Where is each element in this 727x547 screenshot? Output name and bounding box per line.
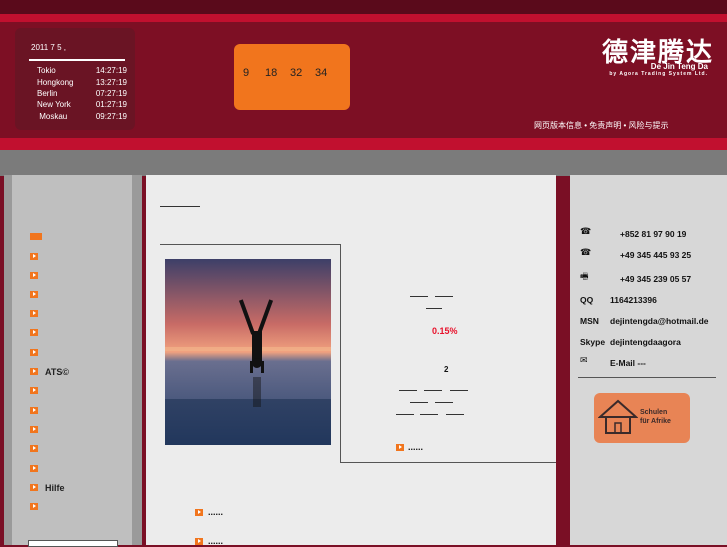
left-sidebar — [4, 175, 142, 545]
clock-city: Moskau — [37, 112, 68, 121]
qq-value: 1164213396 — [610, 295, 657, 305]
search-input[interactable] — [28, 540, 118, 547]
more-link[interactable]: ...... — [408, 442, 423, 452]
contact-phone-2: +49 345 445 93 25 — [620, 250, 692, 260]
placeholder-line — [426, 308, 442, 309]
clock-time: 01:27:19 — [95, 100, 127, 109]
clock-time: 07:27:19 — [95, 89, 127, 98]
clock-row: Berlin 07:27:19 — [37, 89, 127, 100]
clock-row: Moskau 09:27:19 — [37, 112, 127, 123]
email-icon: ✉ — [580, 355, 588, 365]
arrow-icon[interactable] — [30, 445, 38, 452]
arrow-icon[interactable] — [30, 503, 38, 510]
clock-row: Tokio 14:27:19 — [37, 66, 127, 77]
top-stripe — [0, 0, 727, 14]
msn-value[interactable]: dejintengda@hotmail.de — [610, 316, 709, 326]
logo-subtitle: by Agora Trading System Ltd. — [609, 71, 708, 77]
email-link[interactable]: E-Mail --- — [610, 358, 646, 368]
fax-icon: 🖷 — [580, 271, 589, 281]
lottery-number: 34 — [315, 67, 328, 79]
badge-line-1: Schulen — [640, 409, 668, 416]
arrow-icon[interactable] — [30, 291, 38, 298]
placeholder-line — [424, 390, 442, 391]
arrow-icon[interactable] — [195, 538, 203, 545]
more-link[interactable]: ...... — [208, 507, 223, 517]
header-links[interactable]: 网页版本信息 • 免责声明 • 风险与提示 — [534, 120, 714, 131]
clock-time: 13:27:19 — [95, 78, 127, 87]
placeholder-line — [410, 402, 428, 403]
contact-divider — [578, 377, 716, 378]
skype-label: Skype — [580, 337, 606, 347]
count-value: 2 — [444, 365, 449, 374]
qq-label: QQ — [580, 295, 594, 305]
clock-divider — [29, 59, 125, 61]
arrow-icon[interactable] — [30, 368, 38, 375]
site-logo[interactable]: 德津腾达 De Jin Teng Da by Agora Trading Sys… — [520, 30, 716, 80]
phone-icon: ☎ — [580, 226, 592, 236]
arrow-icon[interactable] — [30, 253, 38, 260]
arrow-icon[interactable] — [30, 349, 38, 356]
clock-date: 2011 7 5 , — [31, 43, 66, 52]
content-border-bottom — [340, 462, 556, 463]
nav-item-hilfe[interactable]: Hilfe — [45, 483, 65, 493]
arrow-icon[interactable] — [30, 329, 38, 336]
arrow-icon[interactable] — [30, 426, 38, 433]
clock-row: Hongkong 13:27:19 — [37, 78, 127, 89]
clock-city: New York — [37, 100, 71, 109]
placeholder-line — [399, 390, 417, 391]
content-border-top — [160, 244, 340, 245]
placeholder-line — [410, 296, 428, 297]
contact-phone-1: +852 81 97 90 19 — [620, 229, 687, 239]
skype-value[interactable]: dejintengdaagora — [610, 337, 681, 347]
content-border-right — [340, 244, 341, 462]
house-icon — [598, 399, 638, 434]
title-underline — [160, 206, 200, 207]
nav-item-ats[interactable]: ATS© — [45, 367, 69, 377]
placeholder-line — [435, 296, 453, 297]
placeholder-line — [450, 390, 468, 391]
placeholder-line — [435, 402, 453, 403]
world-clock-panel: 2011 7 5 , Tokio 14:27:19 Hongkong 13:27… — [15, 28, 135, 130]
header-grey-band — [0, 150, 727, 176]
arrow-icon[interactable] — [30, 387, 38, 394]
phone-icon: ☎ — [580, 247, 592, 257]
lottery-number: 18 — [265, 67, 278, 79]
clock-time: 09:27:19 — [95, 112, 127, 121]
arrow-icon[interactable] — [195, 509, 203, 516]
placeholder-line — [446, 414, 464, 415]
clock-time: 14:27:19 — [95, 66, 127, 75]
lottery-number: 9 — [243, 67, 250, 79]
top-red-bar — [0, 14, 727, 22]
badge-line-2: für Afrike — [640, 418, 671, 425]
arrow-icon[interactable] — [396, 444, 404, 451]
msn-label: MSN — [580, 316, 599, 326]
clock-city: Hongkong — [37, 78, 74, 87]
arrow-icon[interactable] — [30, 272, 38, 279]
arrow-icon[interactable] — [30, 465, 38, 472]
arrow-icon[interactable] — [30, 310, 38, 317]
handstand-photo — [165, 259, 331, 445]
logo-english: De Jin Teng Da — [650, 62, 708, 71]
sidebar-header-icon — [30, 233, 42, 240]
header-band — [0, 138, 727, 150]
schulen-fuer-afrike-badge[interactable]: Schulen für Afrike — [594, 393, 690, 443]
clock-city: Berlin — [37, 89, 58, 98]
arrow-icon[interactable] — [30, 484, 38, 491]
arrow-icon[interactable] — [30, 407, 38, 414]
percentage-value: 0.15% — [432, 326, 458, 336]
clock-city: Tokio — [37, 66, 56, 75]
placeholder-line — [396, 414, 414, 415]
lottery-number: 32 — [290, 67, 303, 79]
contact-fax: +49 345 239 05 57 — [620, 274, 692, 284]
placeholder-line — [420, 414, 438, 415]
lottery-numbers-box: 9 18 32 34 — [234, 44, 350, 110]
clock-row: New York 01:27:19 — [37, 100, 127, 111]
